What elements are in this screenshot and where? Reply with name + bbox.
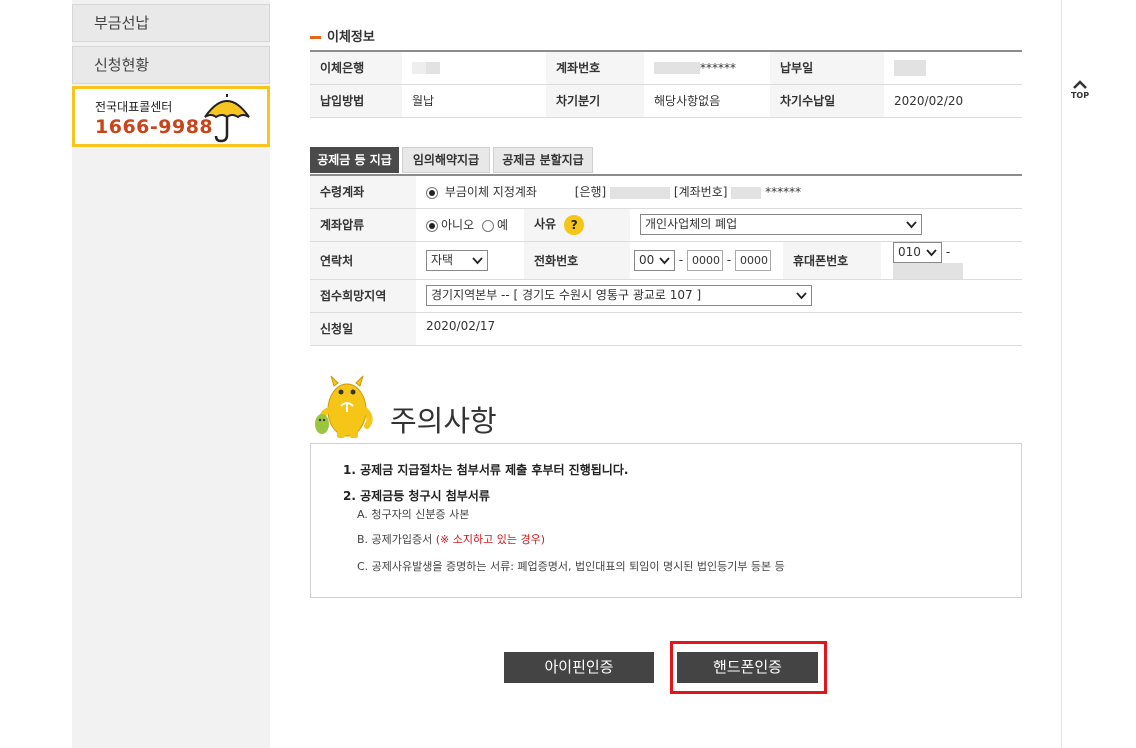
seizure-no-label: 아니오 [441, 218, 475, 232]
tab-installment-payment[interactable]: 공제금 분할지급 [493, 147, 593, 173]
callcenter-label: 전국대표콜센터 [95, 100, 173, 114]
dash: - [726, 252, 732, 267]
help-icon[interactable]: ? [564, 214, 585, 235]
seizure-no-radio[interactable] [426, 219, 438, 232]
account-value: ****** [644, 51, 770, 85]
dash: - [945, 244, 951, 259]
chevron-down-icon [796, 292, 807, 300]
notice-sub-b: B. 공제가입증서 (※ 소지하고 있는 경우) [357, 531, 545, 547]
contact-type-select[interactable]: 자택 [426, 249, 488, 271]
designated-account-label: 부금이체 지정계좌 [444, 185, 537, 200]
phone-field: 00 - 0000 - 0000 [630, 241, 783, 280]
reason-select[interactable]: 개인사업체의 폐업 [640, 214, 922, 235]
title-bar-icon [310, 36, 321, 39]
phone-auth-button[interactable]: 핸드폰인증 [677, 652, 818, 683]
next-quarter-value: 해당사항없음 [644, 84, 770, 118]
phone-last-input[interactable]: 0000 [735, 249, 771, 271]
table-row: 접수희망지역 경기지역본부 -- [ 경기도 수원시 영통구 광교로 107 ] [310, 279, 1022, 313]
apply-date-value: 2020/02/17 [416, 312, 1022, 346]
table-row: 연락처 자택 전화번호 00 - 0000 - 0000 휴대폰번호 010 - [310, 241, 1022, 280]
reason-select-value: 개인사업체의 폐업 [645, 217, 738, 231]
callcenter-number: 1666-9988 [95, 116, 214, 138]
notice-sub-c: C. 공제사유발생을 증명하는 서류: 폐업증명서, 법인대표의 퇴임이 명시된… [357, 560, 785, 573]
table-row: 수령계좌 부금이체 지정계좌 [은행] [계좌번호] ****** [310, 175, 1022, 209]
caution-title: 주의사항 [390, 404, 497, 438]
seizure-label: 계좌압류 [310, 208, 416, 242]
scroll-top-button[interactable]: TOP [1066, 78, 1094, 108]
phone-area-value: 00 [639, 252, 655, 267]
notice-sub-a: A. 청구자의 신분증 사본 [357, 508, 470, 521]
account-tag: [계좌번호] [673, 185, 728, 200]
seizure-yes-label: 예 [496, 218, 508, 232]
seizure-field: 아니오 예 [416, 208, 524, 242]
dash: - [678, 252, 684, 267]
notice-sub-b-text: B. 공제가입증서 [357, 533, 433, 546]
bank-label: 이체은행 [310, 51, 402, 85]
phone-area-select[interactable]: 00 [634, 249, 675, 271]
phone-label: 전화번호 [524, 241, 630, 280]
application-form-table: 수령계좌 부금이체 지정계좌 [은행] [계좌번호] ****** 계좌압류 아… [310, 174, 1022, 346]
bank-value [402, 51, 546, 85]
chevron-down-icon [659, 256, 670, 264]
notice-sub-b-note: (※ 소지하고 있는 경우) [435, 533, 546, 546]
tab-deduction-payment[interactable]: 공제금 등 지급 [310, 147, 399, 173]
apply-date-label: 신청일 [310, 312, 416, 346]
table-row: 계좌압류 아니오 예 사유 ? 개인사업체의 폐업 [310, 208, 1022, 242]
mobile-prefix-value: 010 [898, 244, 921, 259]
chevron-down-icon [926, 248, 937, 256]
due-day-value [884, 51, 1022, 85]
mascot-icon [315, 375, 373, 438]
mobile-prefix-select[interactable]: 010 [893, 241, 942, 263]
seizure-yes-radio[interactable] [481, 219, 494, 232]
notice-box: 1. 공제금 지급절차는 첨부서류 제출 후부터 진행됩니다. 2. 공제금등 … [310, 443, 1022, 598]
reason-label-cell: 사유 ? [524, 208, 630, 242]
callcenter-banner: 전국대표콜센터 1666-9988 [72, 86, 270, 147]
designated-account-radio[interactable] [426, 186, 438, 199]
left-sidebar: 부금선납 신청현황 전국대표콜센터 1666-9988 [72, 0, 270, 748]
region-field: 경기지역본부 -- [ 경기도 수원시 영통구 광교로 107 ] [416, 279, 1022, 313]
transfer-info-table: 이체은행 계좌번호 ****** 납부일 납입방법 월납 차기분기 해당사항없음… [310, 50, 1022, 118]
account-field: 부금이체 지정계좌 [은행] [계좌번호] ****** [416, 175, 1022, 209]
phone-mid-input[interactable]: 0000 [687, 249, 723, 271]
reason-field: 개인사업체의 폐업 [630, 208, 1022, 242]
section-title-text: 이체정보 [327, 30, 375, 45]
account-mask-text: ****** [765, 185, 802, 200]
bank-tag: [은행] [574, 185, 607, 200]
umbrella-icon [204, 94, 250, 143]
region-select-value: 경기지역본부 -- [ 경기도 수원시 영통구 광교로 107 ] [431, 288, 702, 302]
method-value: 월납 [402, 84, 546, 118]
table-row: 신청일 2020/02/17 [310, 312, 1022, 346]
next-date-label: 차기수납일 [770, 84, 884, 118]
tab-voluntary-cancel[interactable]: 임의해약지급 [402, 147, 490, 173]
reason-label: 사유 [534, 217, 557, 231]
contact-label: 연락처 [310, 241, 416, 280]
chevron-down-icon [906, 221, 917, 229]
method-label: 납입방법 [310, 84, 402, 118]
account-mask: ****** [700, 60, 736, 75]
ipin-auth-button[interactable]: 아이핀인증 [504, 652, 654, 683]
right-divider [1061, 0, 1062, 748]
table-row: 이체은행 계좌번호 ****** 납부일 [310, 51, 1022, 85]
section-title-transfer-info: 이체정보 [310, 26, 375, 45]
contact-type-value: 자택 [431, 252, 454, 267]
sidebar-item-prepayment[interactable]: 부금선납 [72, 4, 270, 42]
notice-item-1: 1. 공제금 지급절차는 첨부서류 제출 후부터 진행됩니다. [343, 463, 629, 477]
table-row: 납입방법 월납 차기분기 해당사항없음 차기수납일 2020/02/20 [310, 84, 1022, 118]
next-date-value: 2020/02/20 [884, 84, 1022, 118]
top-label: TOP [1070, 91, 1090, 100]
account-label: 계좌번호 [546, 51, 644, 85]
mobile-label: 휴대폰번호 [783, 241, 881, 280]
sidebar-item-application-status[interactable]: 신청현황 [72, 46, 270, 84]
chevron-up-icon [1073, 80, 1087, 89]
region-label: 접수희망지역 [310, 279, 416, 313]
account-field-label: 수령계좌 [310, 175, 416, 209]
chevron-down-icon [472, 256, 483, 264]
next-quarter-label: 차기분기 [546, 84, 644, 118]
notice-item-2: 2. 공제금등 청구시 첨부서류 [343, 489, 490, 503]
region-select[interactable]: 경기지역본부 -- [ 경기도 수원시 영통구 광교로 107 ] [426, 285, 812, 306]
due-day-label: 납부일 [770, 51, 884, 85]
contact-field: 자택 [416, 241, 524, 280]
mobile-field: 010 - [881, 241, 1022, 280]
